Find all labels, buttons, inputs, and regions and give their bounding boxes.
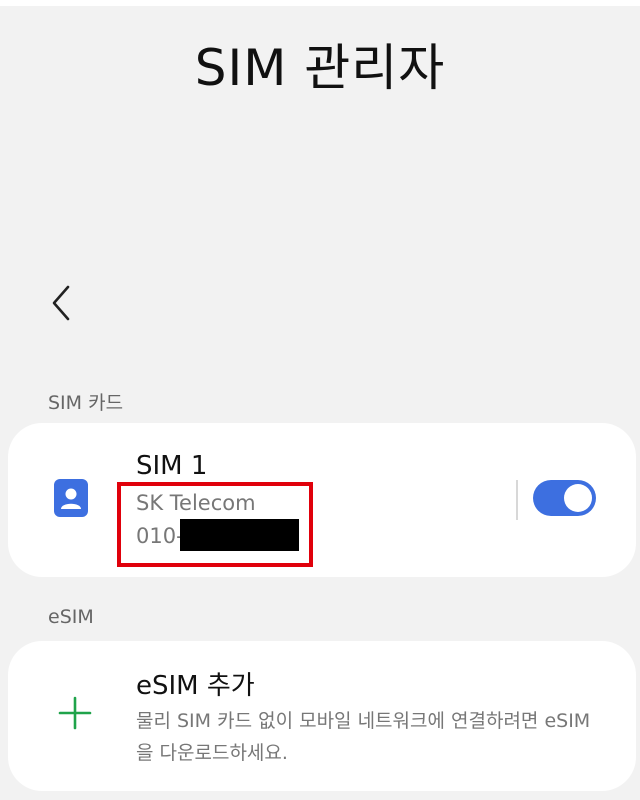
vertical-divider	[516, 480, 518, 520]
section-header-esim: eSIM	[48, 606, 94, 628]
contact-card-icon	[54, 479, 88, 517]
highlight-annotation-box	[117, 482, 313, 567]
page-title: SIM 관리자	[194, 39, 446, 97]
chevron-left-icon	[52, 285, 70, 321]
plus-icon	[58, 696, 92, 730]
add-esim-card[interactable]: eSIM 추가 물리 SIM 카드 없이 모바일 네트워크에 연결하려면 eSI…	[8, 641, 636, 791]
sim1-card[interactable]: SIM 1 SK Telecom 010-	[8, 423, 636, 577]
add-esim-title: eSIM 추가	[136, 671, 255, 701]
back-button[interactable]	[40, 278, 84, 328]
sim1-toggle-switch[interactable]	[533, 480, 596, 516]
add-esim-description: 물리 SIM 카드 없이 모바일 네트워크에 연결하려면 eSIM을 다운로드하…	[136, 710, 591, 764]
status-bar-strip	[0, 0, 640, 6]
toggle-knob	[564, 484, 592, 512]
sim1-name: SIM 1	[136, 451, 208, 481]
section-header-sim-cards: SIM 카드	[48, 392, 124, 414]
